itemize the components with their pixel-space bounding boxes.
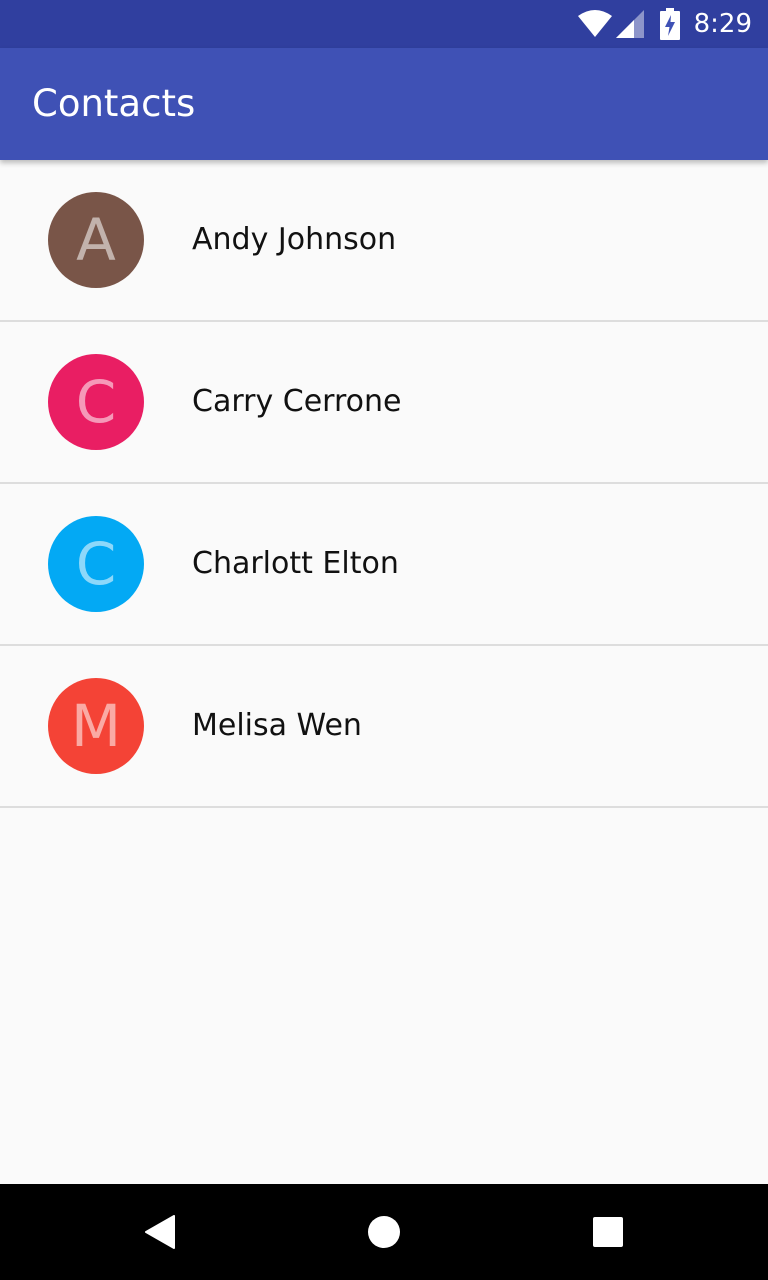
contact-list: A Andy Johnson C Carry Cerrone C Charlot…: [0, 160, 768, 808]
cell-signal-icon: [615, 10, 644, 38]
avatar: C: [48, 354, 144, 450]
back-icon: [145, 1215, 175, 1249]
back-button[interactable]: [112, 1184, 208, 1280]
status-time: 8:29: [693, 9, 752, 39]
avatar: M: [48, 678, 144, 774]
status-bar: 8:29: [0, 0, 768, 48]
contact-item-andy-johnson[interactable]: A Andy Johnson: [0, 160, 768, 322]
page-title: Contacts: [32, 82, 196, 125]
battery-charging-icon: [659, 8, 680, 40]
contact-name: Andy Johnson: [192, 222, 397, 257]
contact-name: Melisa Wen: [192, 708, 362, 743]
contact-item-charlott-elton[interactable]: C Charlott Elton: [0, 484, 768, 646]
wifi-icon: [577, 10, 612, 38]
recents-icon: [593, 1217, 623, 1247]
home-icon: [367, 1215, 401, 1249]
contact-item-carry-cerrone[interactable]: C Carry Cerrone: [0, 322, 768, 484]
app-bar: Contacts: [0, 48, 768, 160]
recents-button[interactable]: [560, 1184, 656, 1280]
home-button[interactable]: [336, 1184, 432, 1280]
avatar: C: [48, 516, 144, 612]
navigation-bar: [0, 1184, 768, 1280]
contact-name: Charlott Elton: [192, 546, 399, 581]
contact-name: Carry Cerrone: [192, 384, 402, 419]
contact-item-melisa-wen[interactable]: M Melisa Wen: [0, 646, 768, 808]
avatar: A: [48, 192, 144, 288]
status-icons: 8:29: [577, 0, 752, 48]
